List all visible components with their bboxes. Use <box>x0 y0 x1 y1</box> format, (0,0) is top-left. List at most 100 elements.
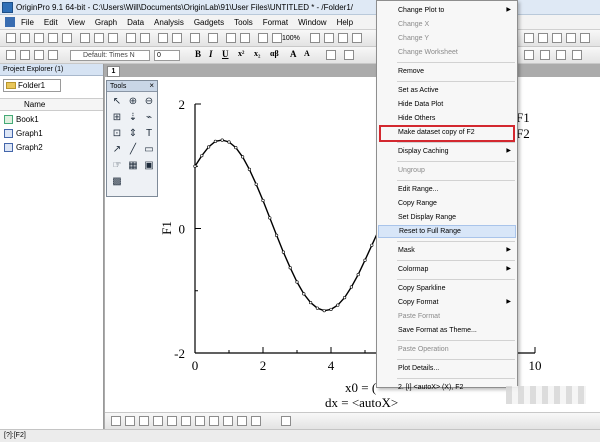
menu-window[interactable]: Window <box>298 18 326 27</box>
font-size-select[interactable]: 0 <box>154 50 180 61</box>
menu-item-plot-details[interactable]: Plot Details... <box>378 362 516 375</box>
menu-item-paste-operation[interactable]: Paste Operation <box>378 343 516 356</box>
bold-icon[interactable]: B <box>195 49 201 59</box>
open-icon[interactable] <box>80 33 90 43</box>
refresh-icon[interactable] <box>258 33 268 43</box>
color-icon[interactable] <box>34 50 44 60</box>
image-tool-icon[interactable]: ▣ <box>142 159 156 175</box>
menu-item-mask[interactable]: Mask ▶ <box>378 244 516 257</box>
line-tool-icon[interactable]: ╱ <box>126 143 140 159</box>
line-width-icon[interactable] <box>556 50 566 60</box>
fill-color-icon[interactable] <box>326 50 336 60</box>
new-notes-icon[interactable] <box>62 33 72 43</box>
data-point[interactable] <box>363 258 367 262</box>
font-name-select[interactable]: Default: Times N <box>70 50 150 61</box>
data-point[interactable] <box>275 233 279 237</box>
data-point[interactable] <box>322 309 326 313</box>
zoom-out-tool-icon[interactable]: ⊖ <box>142 95 156 111</box>
menu-view[interactable]: View <box>68 18 85 27</box>
menu-item-hide-others[interactable]: Hide Others <box>378 112 516 125</box>
list-item-graph1[interactable]: Graph1 <box>4 127 43 140</box>
superscript-icon[interactable]: x² <box>238 49 244 58</box>
menu-item-copy-sparkline[interactable]: Copy Sparkline <box>378 282 516 295</box>
data-point[interactable] <box>193 164 197 168</box>
data-point[interactable] <box>370 243 374 247</box>
data-point[interactable] <box>356 272 360 277</box>
folder-selector[interactable]: Folder1 <box>3 79 61 92</box>
menu-item-set-as-active[interactable]: Set as Active <box>378 84 516 97</box>
decrease-font-icon[interactable]: A <box>304 49 310 58</box>
menu-item-change-x[interactable]: Change X <box>378 18 516 31</box>
new-workbook-icon[interactable] <box>20 33 30 43</box>
origin-app-icon[interactable] <box>2 2 13 13</box>
menu-help[interactable]: Help <box>337 18 353 27</box>
rectangle-tool-icon[interactable]: ▭ <box>142 143 156 159</box>
data-point[interactable] <box>261 198 265 203</box>
menu-item-2-i-autox-x-f2[interactable]: 2. [I] <autoX> (X), F2 <box>378 381 516 394</box>
menu-item-display-caching[interactable]: Display Caching ▶ <box>378 145 516 158</box>
mask-tool-icon[interactable]: ▦ <box>126 159 140 175</box>
menu-item-ungroup[interactable]: Ungroup <box>378 164 516 177</box>
data-point[interactable] <box>220 138 224 142</box>
line-color-icon[interactable] <box>344 50 354 60</box>
data-point[interactable] <box>206 145 211 149</box>
menu-graph[interactable]: Graph <box>95 18 117 27</box>
code-builder-icon[interactable] <box>524 33 534 43</box>
export-icon[interactable] <box>240 33 250 43</box>
pattern-icon[interactable] <box>572 50 582 60</box>
import-icon[interactable] <box>158 33 168 43</box>
worksheet-query-icon[interactable] <box>566 33 576 43</box>
name-column-header[interactable]: Name <box>0 98 103 111</box>
project-explorer-icon[interactable] <box>310 33 320 43</box>
menu-item-hide-data-plot[interactable]: Hide Data Plot <box>378 98 516 111</box>
menu-item-change-plot-to[interactable]: Change Plot to ▶ <box>378 4 516 17</box>
border-icon[interactable] <box>524 50 534 60</box>
data-point[interactable] <box>254 182 258 186</box>
screen-reader-tool-icon[interactable]: ⇣ <box>126 111 140 127</box>
save-template-icon[interactable] <box>140 33 150 43</box>
bar-plot-icon[interactable] <box>167 416 177 426</box>
plot-area[interactable]: 024681020-2 F1 F1 F2 x0 = ( dx = <autoX> <box>105 77 600 414</box>
menu-item-change-worksheet[interactable]: Change Worksheet <box>378 46 516 59</box>
new-project-icon[interactable] <box>6 33 16 43</box>
data-point[interactable] <box>234 145 238 150</box>
menu-item-reset-to-full-range[interactable]: Reset to Full Range <box>378 225 516 238</box>
zoom-in-tool-icon[interactable]: ⊕ <box>126 95 140 111</box>
region-tool-icon[interactable]: ☞ <box>110 159 124 175</box>
picture-tool-icon[interactable]: ▩ <box>110 175 124 191</box>
draw-data-tool-icon[interactable]: ⇕ <box>126 127 140 143</box>
save-icon[interactable] <box>126 33 136 43</box>
data-point[interactable] <box>329 307 333 312</box>
new-graph-icon[interactable] <box>34 33 44 43</box>
menu-tools[interactable]: Tools <box>234 18 253 27</box>
menu-item-copy-range[interactable]: Copy Range <box>378 197 516 210</box>
arrow-tool-icon[interactable]: ↗ <box>110 143 124 159</box>
menu-item-remove[interactable]: Remove <box>378 65 516 78</box>
list-item-book1[interactable]: Book1 <box>4 113 39 126</box>
line-plot-icon[interactable] <box>111 416 121 426</box>
add-column-icon[interactable] <box>538 33 548 43</box>
data-point[interactable] <box>288 266 292 270</box>
underline-icon[interactable]: U <box>222 49 229 59</box>
data-point[interactable] <box>268 216 272 220</box>
plot-setup-icon[interactable] <box>552 33 562 43</box>
arrange-icon[interactable] <box>6 50 16 60</box>
menu-item-change-y[interactable]: Change Y <box>378 32 516 45</box>
data-point[interactable] <box>302 292 306 296</box>
toolbar-overflow-icon[interactable] <box>580 33 590 43</box>
data-point[interactable] <box>336 303 340 307</box>
data-point[interactable] <box>315 306 319 310</box>
command-window-icon[interactable] <box>352 33 362 43</box>
results-log-icon[interactable] <box>324 33 334 43</box>
menu-item-copy-format[interactable]: Copy Format ▶ <box>378 296 516 309</box>
pie-plot-icon[interactable] <box>195 416 205 426</box>
data-point[interactable] <box>281 250 285 254</box>
copy-page-icon[interactable] <box>226 33 236 43</box>
stats-plot-icon[interactable] <box>209 416 219 426</box>
increase-font-icon[interactable]: A <box>290 49 297 59</box>
pointer-tool-icon[interactable]: ↖ <box>110 95 124 111</box>
layer-icon[interactable] <box>48 50 58 60</box>
subscript-icon[interactable]: x₂ <box>254 49 260 58</box>
menu-item-set-display-range[interactable]: Set Display Range <box>378 211 516 224</box>
menu-item-colormap[interactable]: Colormap ▶ <box>378 263 516 276</box>
